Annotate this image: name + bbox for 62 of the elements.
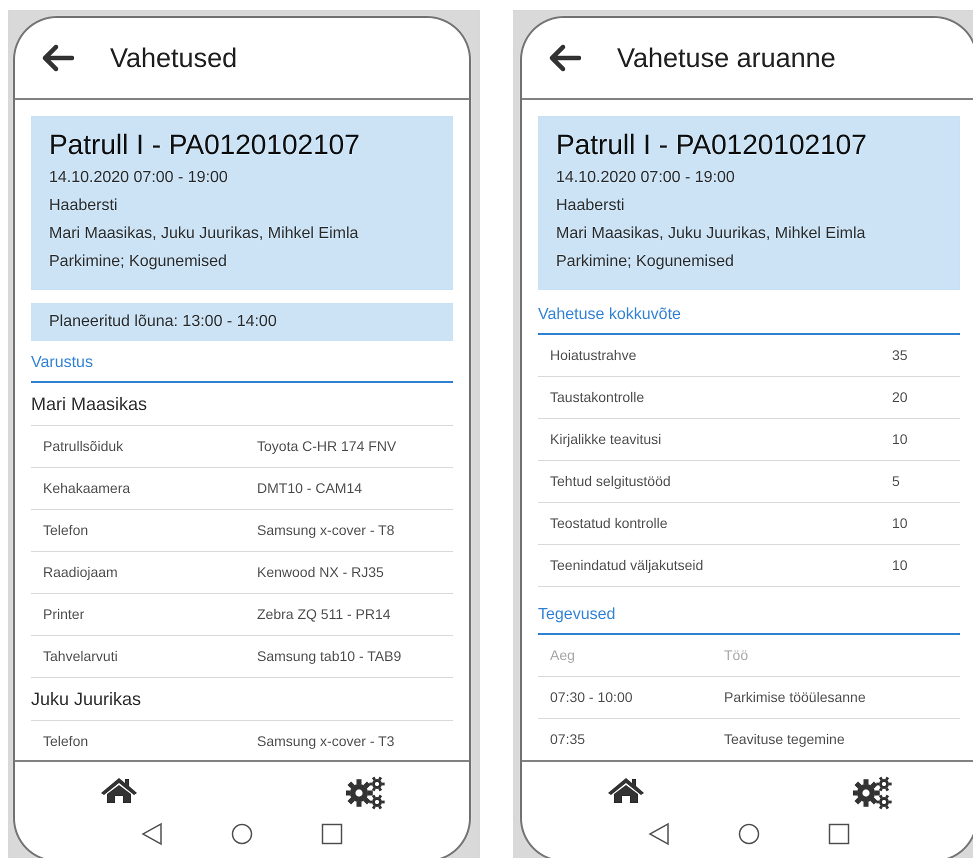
table-cell-text: 07:30 - 10:00 [549,688,634,707]
table-cell-text: Raadiojaam [42,563,119,582]
group-name: Mari Maasikas [31,392,148,416]
card-title: Patrull I - PA0120102107 [556,128,868,162]
table-cell-text: 10 [892,556,908,575]
table-cell-text: Telefon [42,521,90,540]
table-cell-text: DMT10 - CAM14 [257,479,362,498]
settings-icon[interactable] [346,776,386,810]
table-cell-text: 35 [892,346,908,365]
table-cell-text: Telefon [42,732,90,751]
card-text: Mari Maasikas, Juku Juurikas, Mihkel Eimla [556,224,866,244]
table-cell-text: Teenindatud väljakutseid [549,556,704,575]
back-nav-icon[interactable] [141,822,163,846]
lunch-text: Planeeritud lõuna: 13:00 - 14:00 [49,312,277,332]
table-cell-text: 07:35 [549,730,586,749]
table-cell-text: Samsung x-cover - T3 [257,732,394,751]
section-header: Tegevused [538,587,960,635]
settings-icon[interactable] [852,776,892,810]
home-nav-icon[interactable] [738,823,760,845]
table-cell-text: Teavituse tegemine [724,730,845,749]
back-arrow-icon[interactable] [549,44,581,72]
back-nav-icon[interactable] [648,822,670,846]
table-cell-text: Tehtud selgitustööd [549,472,672,491]
table-cell-text: Taustakontrolle [549,388,646,407]
table-cell-text: Töö [724,646,748,665]
table-cell-text: 20 [892,388,908,407]
table-cell-text: Printer [42,605,86,624]
recents-nav-icon[interactable] [321,823,343,845]
table-cell-text: Parkimise tööülesanne [724,688,866,707]
card-text: Haabersti [556,196,626,216]
back-arrow-icon[interactable] [42,44,74,72]
table-cell-text: Toyota C-HR 174 FNV [257,437,396,456]
home-nav-icon[interactable] [231,823,253,845]
screen-title: Vahetuse aruanne [617,42,836,75]
table-cell-text: Samsung tab10 - TAB9 [257,647,402,666]
section-header: Vahetuse kokkuvõte [538,290,960,335]
card-text: 14.10.2020 07:00 - 19:00 [49,168,229,188]
table-cell-text: Tahvelarvuti [42,647,119,666]
card-text: Parkimine; Kogunemised [49,252,228,272]
table-cell-text: Kirjalikke teavitusi [549,430,662,449]
table-cell-text: 10 [892,430,908,449]
table-cell-text: Kehakaamera [42,479,132,498]
table-cell-text: Samsung x-cover - T8 [257,521,394,540]
table-cell-text: 10 [892,514,908,533]
screen-title: Vahetused [110,42,238,75]
table-cell-text: Teostatud kontrolle [549,514,669,533]
home-icon[interactable] [606,776,646,804]
table-cell-text: Aeg [549,646,576,665]
card-text: Haabersti [49,196,118,216]
card-title: Patrull I - PA0120102107 [49,128,361,162]
section-header: Varustus [31,341,453,383]
card-text: Parkimine; Kogunemised [556,252,735,272]
table-cell-text: Patrullsõiduk [42,437,124,456]
table-cell-text: Zebra ZQ 511 - PR14 [257,605,391,624]
recents-nav-icon[interactable] [828,823,850,845]
table-cell-text: Kenwood NX - RJ35 [257,563,384,582]
group-name: Juku Juurikas [31,688,142,710]
home-icon[interactable] [98,776,138,804]
card-text: Mari Maasikas, Juku Juurikas, Mihkel Eimla [49,224,360,244]
card-text: 14.10.2020 07:00 - 19:00 [556,168,736,188]
table-cell-text: 5 [892,472,900,491]
table-cell-text: Hoiatustrahve [549,346,638,365]
